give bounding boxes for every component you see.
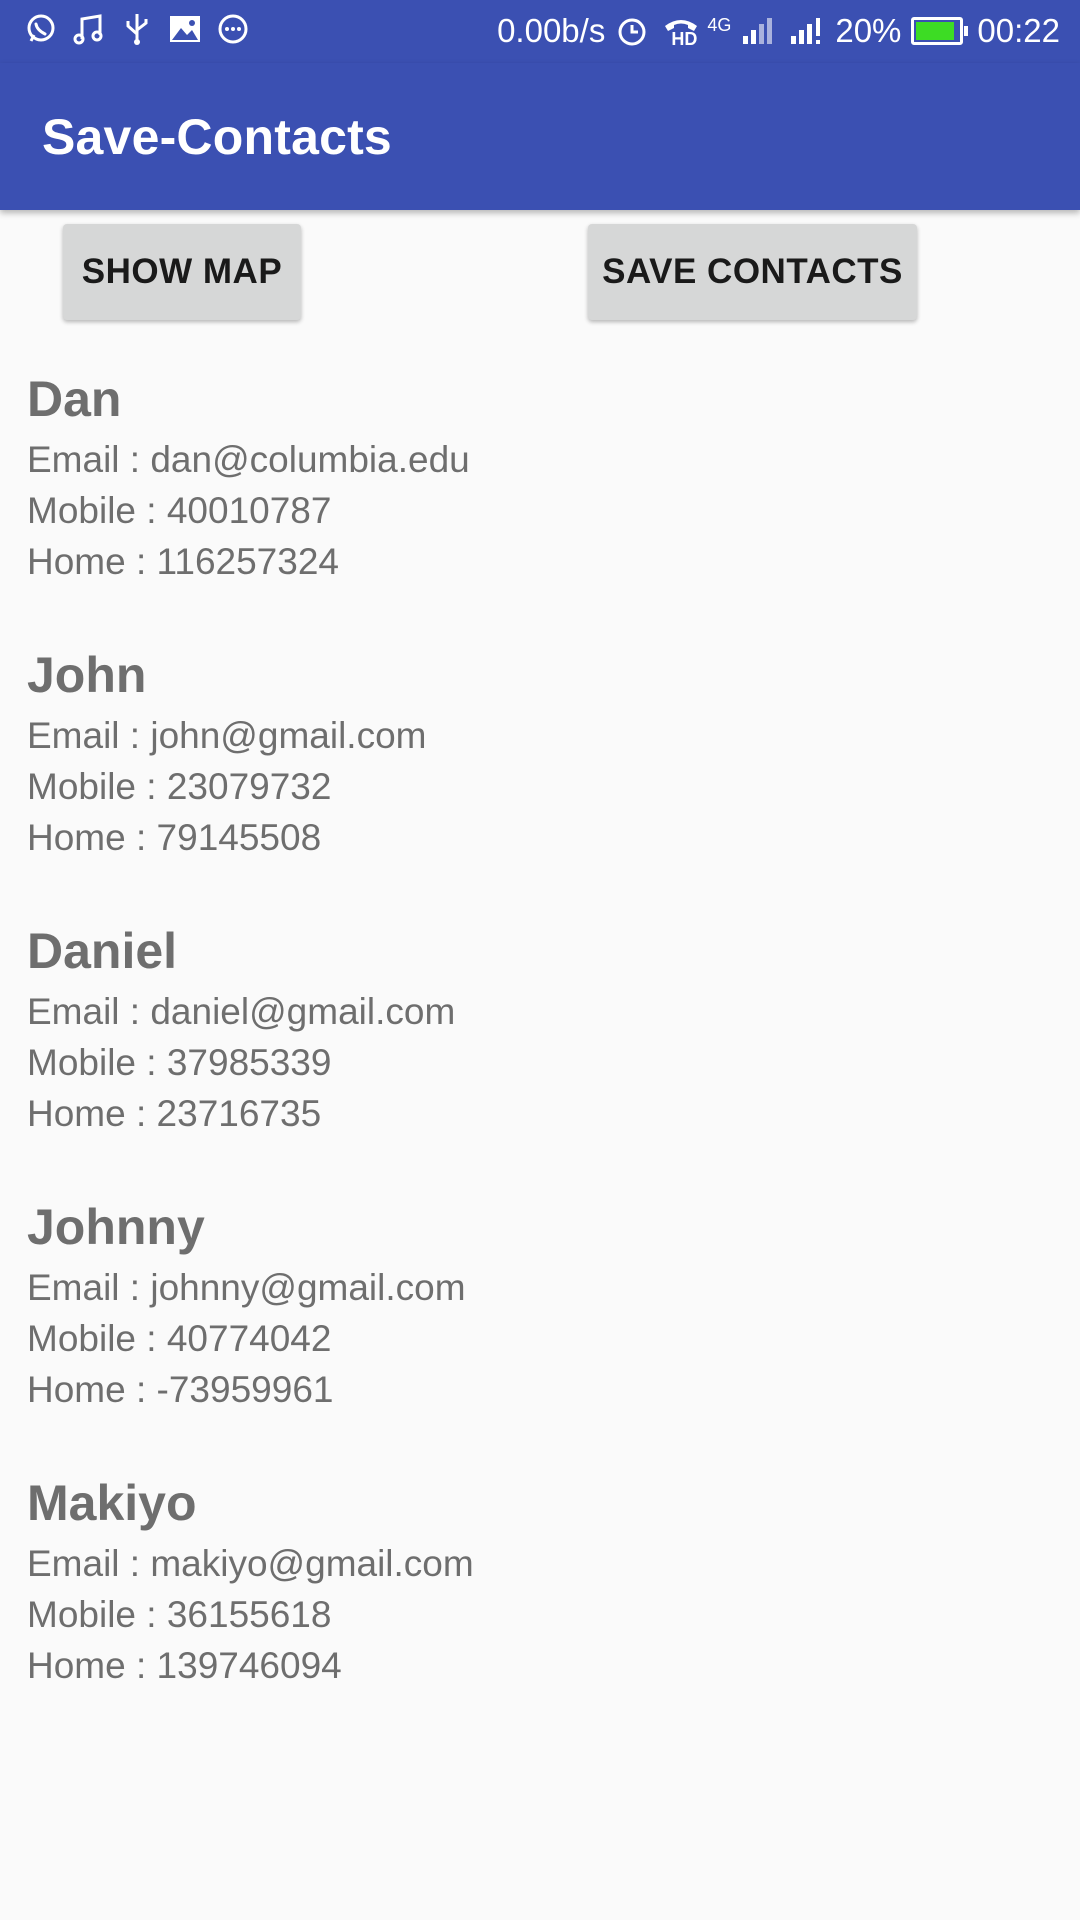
contact-home: Home : 139746094 — [27, 1645, 342, 1686]
contact-item: Johnny Email : johnny@gmail.com Mobile :… — [27, 1192, 1057, 1468]
show-map-button[interactable]: SHOW MAP — [63, 224, 301, 320]
contact-name: John — [27, 647, 147, 703]
contact-mobile: Mobile : 37985339 — [27, 1042, 332, 1083]
clock: 00:22 — [977, 12, 1060, 49]
contact-mobile: Mobile : 40010787 — [27, 490, 332, 531]
battery-percent: 20% — [835, 12, 902, 49]
contact-mobile: Mobile : 23079732 — [27, 766, 332, 807]
contact-name: Daniel — [27, 923, 178, 979]
contact-mobile: Mobile : 36155618 — [27, 1594, 332, 1635]
whatsapp-icon — [24, 12, 58, 46]
contact-home: Home : 116257324 — [27, 541, 339, 582]
status-bar: 0.00b/s HD 4G 20% 00:22 — [0, 0, 1080, 63]
alarm-icon — [615, 14, 649, 48]
music-icon — [72, 12, 106, 46]
app-title: Save-Contacts — [42, 109, 392, 165]
signal-icon-sim2 — [789, 16, 825, 46]
contact-home: Home : 23716735 — [27, 1093, 322, 1134]
contact-email: Email : dan@columbia.edu — [27, 439, 470, 480]
contact-email: Email : daniel@gmail.com — [27, 991, 456, 1032]
contact-home: Home : 79145508 — [27, 817, 322, 858]
more-icon — [216, 12, 250, 46]
contact-item: Dan Email : dan@columbia.edu Mobile : 40… — [27, 364, 1057, 640]
notification-icons — [24, 12, 250, 46]
contact-name: Johnny — [27, 1199, 205, 1255]
signal-icon-sim1 — [741, 16, 777, 46]
network-type: 4G — [707, 14, 732, 35]
app-bar: Save-Contacts — [0, 63, 1080, 210]
contact-item: John Email : john@gmail.com Mobile : 230… — [27, 640, 1057, 916]
network-speed: 0.00b/s — [497, 12, 606, 49]
contact-home: Home : -73959961 — [27, 1369, 334, 1410]
contact-mobile: Mobile : 40774042 — [27, 1318, 332, 1359]
contact-item: Makiyo Email : makiyo@gmail.com Mobile :… — [27, 1468, 1057, 1744]
contact-item: Daniel Email : daniel@gmail.com Mobile :… — [27, 916, 1057, 1192]
system-status: 0.00b/s HD 4G 20% 00:22 — [493, 8, 1064, 54]
hd-label: HD — [671, 28, 698, 49]
contact-name: Makiyo — [27, 1475, 197, 1531]
battery-fill — [916, 22, 955, 40]
usb-icon — [120, 12, 154, 46]
battery-icon — [911, 17, 969, 45]
contact-email: Email : johnny@gmail.com — [27, 1267, 466, 1308]
contact-name: Dan — [27, 371, 122, 427]
save-contacts-button[interactable]: SAVE CONTACTS — [588, 224, 917, 320]
hd-call-icon: HD — [661, 13, 698, 50]
contact-email: Email : makiyo@gmail.com — [27, 1543, 474, 1584]
contact-list: Dan Email : dan@columbia.edu Mobile : 40… — [27, 364, 1057, 1744]
contact-email: Email : john@gmail.com — [27, 715, 427, 756]
image-icon — [168, 12, 202, 46]
